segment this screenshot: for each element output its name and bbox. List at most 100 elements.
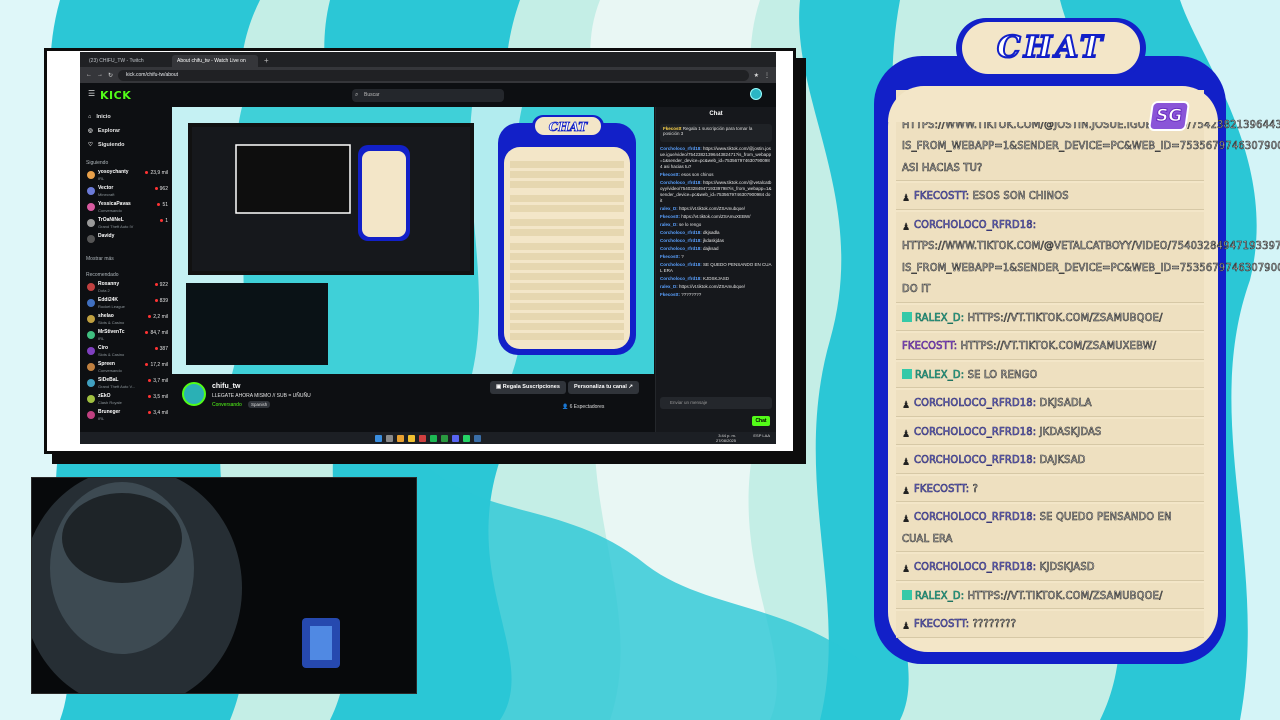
windows-start-icon[interactable] [375, 434, 382, 442]
customize-label: Personaliza tu canal [574, 384, 627, 390]
channel-avatar [87, 331, 95, 339]
chat-username[interactable]: Corcholoco_rfrd18: [660, 276, 702, 281]
webcam-image [32, 478, 416, 693]
person-icon: ♟ [902, 193, 911, 204]
channel-avatar [87, 363, 95, 371]
back-icon[interactable]: ← [86, 72, 92, 78]
chat-text: https://vt.tiktok.com/ZSAmubqoe/ [679, 206, 746, 211]
channel-avatar [87, 347, 95, 355]
customize-channel-button[interactable]: Personaliza tu canal ↗ [568, 381, 640, 394]
streamer-name[interactable]: chifu_tw [212, 383, 240, 390]
overlay-message-text: HTTPS://VT.TIKTOK.COM/ZSAMUBQOE/ [967, 310, 1163, 324]
chat-input[interactable]: Enviar un mensaje [660, 397, 772, 409]
whatsapp-icon[interactable] [463, 434, 470, 442]
overlay-message-text: ESOS SON CHINOS [972, 189, 1069, 203]
search-taskbar-icon[interactable] [386, 434, 393, 442]
channel-item[interactable]: Spreen Conversando 17,2 mil [80, 360, 172, 376]
channel-item[interactable]: Roxanny Dota 2 922 [80, 280, 172, 296]
show-more-link[interactable]: Mostrar más [80, 254, 172, 264]
star-icon[interactable]: ★ [754, 72, 759, 79]
channel-item[interactable]: Eddi24K Rocket League 839 [80, 296, 172, 312]
kick-chat-panel: Chat Fkecostt Regala 1 suscripción para … [655, 107, 776, 444]
chat-username[interactable]: ralex_D: [660, 284, 678, 289]
chat-username[interactable]: Corcholoco_rfrd18: [660, 246, 702, 251]
search-input[interactable]: ⌕ Buscar [352, 89, 504, 102]
person-icon: ♟ [902, 457, 911, 468]
channel-category: Dota 2 [98, 288, 110, 293]
nav-siguiendo[interactable]: ♡ Siguiendo [80, 138, 172, 152]
steam-icon[interactable] [474, 434, 481, 442]
forward-icon[interactable]: → [97, 72, 103, 78]
video-player[interactable]: CHAT [172, 107, 654, 374]
overlay-username: CORCHOLOCO_RFRD18: [914, 510, 1037, 524]
overlay-chat-message: ♟ CORCHOLOCO_RFRD18: SE QUEDO PENSANDO EN… [896, 504, 1204, 552]
channel-item[interactable]: Bruneger IRL 3,4 mil [80, 408, 172, 424]
chat-username[interactable]: Corcholoco_rfrd18: [660, 146, 702, 151]
chat-username[interactable]: Corcholoco_rfrd18: [660, 238, 702, 243]
brave-icon[interactable] [397, 434, 404, 442]
kick-logo[interactable]: KICK [100, 89, 131, 102]
chat-message: ralex_D: https://vt.tiktok.com/ZSAmubqoe… [656, 205, 776, 213]
channel-item[interactable]: SiDeBaL Grand Theft Auto V... 3,7 mil [80, 376, 172, 392]
tab-twitch[interactable]: (23) CHIFU_TW - Twitch [84, 55, 170, 67]
channel-avatar [87, 379, 95, 387]
hamburger-icon[interactable]: ☰ [88, 89, 95, 98]
chat-message: Corcholoco_rfrd18: jkdaskjdas [656, 237, 776, 245]
webcam-feed [31, 477, 417, 694]
nav-inicio[interactable]: ⌂ Inicio [80, 110, 172, 124]
external-link-icon: ↗ [626, 384, 634, 390]
badge-icon [902, 368, 912, 379]
spotify-icon[interactable] [430, 434, 437, 442]
channel-item[interactable]: MrStivenTc IRL 84,7 mil [80, 328, 172, 344]
gift-icon: ▣ [496, 384, 503, 390]
chat-username[interactable]: Fkecostt: [660, 254, 680, 259]
channel-viewers: 3,4 mil [148, 410, 168, 416]
chat-header: Chat [709, 111, 723, 117]
chat-username[interactable]: ralex_D: [660, 206, 678, 211]
chat-username[interactable]: ralex_D: [660, 222, 678, 227]
url-field[interactable]: kick.com/chifu-tw/about [118, 69, 749, 81]
overlay-username: RALEX_D: [915, 310, 965, 324]
user-avatar[interactable] [750, 88, 762, 100]
overlay-username: CORCHOLOCO_RFRD18: [914, 396, 1037, 410]
viewer-count: 👤 6 Espectadores [562, 404, 604, 410]
xbox-icon[interactable] [441, 434, 448, 442]
gift-subs-button[interactable]: ▣ Regala Suscripciones [490, 381, 566, 394]
chat-username[interactable]: Fkecostt: [660, 214, 680, 219]
channel-item[interactable]: YessicaPavas Conversando 51 [80, 200, 172, 216]
chat-send-button[interactable]: Chat [752, 416, 770, 426]
chat-text: dajksad [703, 246, 719, 251]
heart-icon: ♡ [88, 142, 93, 148]
channel-avatar [87, 283, 95, 291]
overlay-chat-message: RALEX_D: HTTPS://VT.TIKTOK.COM/ZSAMUBQOE… [896, 304, 1204, 331]
chrome-icon[interactable] [419, 434, 426, 442]
reload-icon[interactable]: ↻ [108, 72, 113, 79]
browser-window: (23) CHIFU_TW - Twitch About chifu_tw - … [80, 52, 776, 444]
stream-category[interactable]: Conversando [212, 402, 242, 408]
channel-item[interactable]: yosoychanty IRL 23,9 mil [80, 168, 172, 184]
new-tab-icon[interactable]: + [260, 55, 269, 67]
chat-message: Corcholoco_rfrd18: KJDSKJASD [656, 275, 776, 283]
channel-item[interactable]: Ciro Slots & Casino 387 [80, 344, 172, 360]
overlay-chat-message: FKECOSTT: HTTPS://VT.TIKTOK.COM/ZSAMUXEB… [896, 333, 1204, 360]
chat-username[interactable]: Corcholoco_rfrd18: [660, 180, 702, 185]
tab-kick[interactable]: About chifu_tw - Watch Live on [172, 55, 258, 67]
channel-item[interactable]: Davidy [80, 232, 172, 248]
search-placeholder: Buscar [364, 92, 380, 98]
channel-item[interactable]: shelao Slots & Casino 2,2 mil [80, 312, 172, 328]
channel-item[interactable]: Vector Minecraft 962 [80, 184, 172, 200]
home-icon: ⌂ [88, 114, 92, 120]
channel-item[interactable]: zEkO Clash Royale 3,5 mil [80, 392, 172, 408]
chat-username[interactable]: Fkecostt: [660, 172, 680, 177]
chat-username[interactable]: Corcholoco_rfrd18: [660, 230, 702, 235]
pinned-gift-banner[interactable]: Fkecostt Regala 1 suscripción para tomar… [660, 124, 772, 142]
streamer-avatar[interactable] [182, 382, 206, 406]
nav-explorar[interactable]: ◎ Explorar [80, 124, 172, 138]
menu-dots-icon[interactable]: ⋮ [764, 72, 770, 79]
channel-item[interactable]: TrOaNiNeL Grand Theft Auto IV 1 [80, 216, 172, 232]
chat-username[interactable]: Corcholoco_rfrd18: [660, 262, 702, 267]
folder-icon[interactable] [408, 434, 415, 442]
discord-icon[interactable] [452, 434, 459, 442]
channel-viewers: 3,7 mil [148, 378, 168, 384]
chat-username[interactable]: Fkecostt: [660, 292, 680, 297]
